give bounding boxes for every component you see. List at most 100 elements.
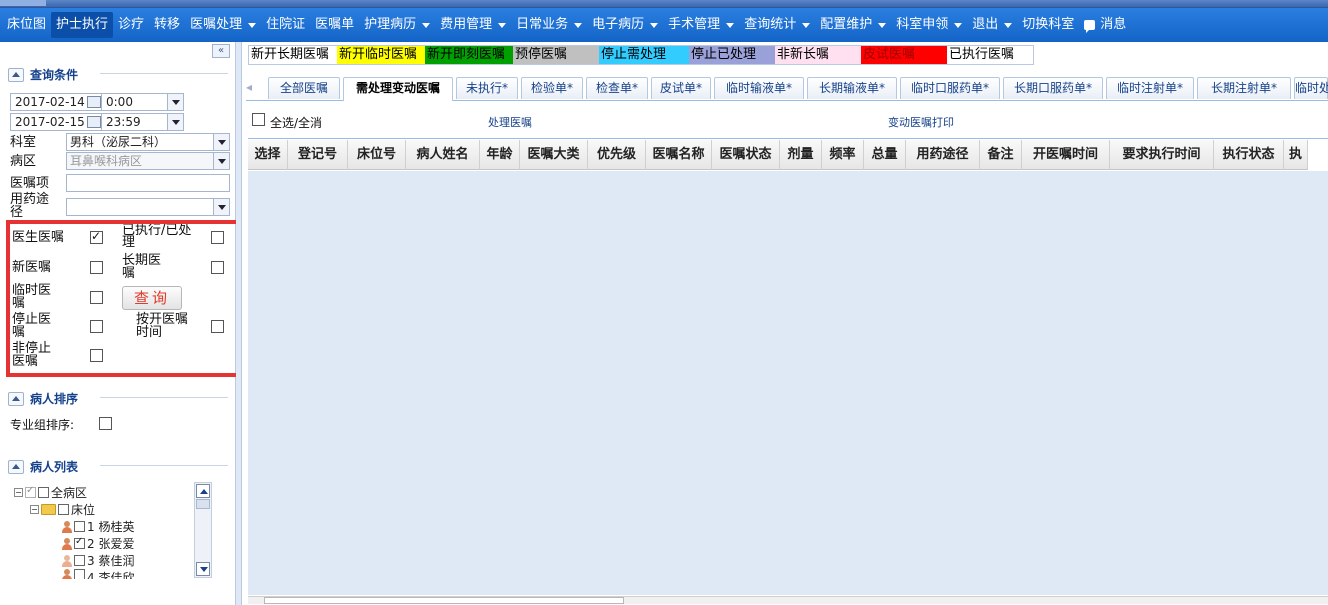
tree-node-patient[interactable]: 2 张爱爱 <box>62 535 134 552</box>
column-header[interactable]: 登记号 <box>288 140 348 170</box>
order-tab[interactable]: 临时注射单* <box>1106 77 1194 99</box>
ward-select[interactable]: 耳鼻喉科病区 <box>66 152 230 170</box>
collapse-node-icon[interactable]: − <box>30 505 39 514</box>
legend-item: 预停医嘱 <box>513 46 599 64</box>
menu-item[interactable]: 转移 <box>149 12 185 38</box>
collapse-panel-button[interactable]: « <box>212 44 230 58</box>
order-tab[interactable]: 需处理变动医嘱 <box>343 77 453 101</box>
menu-item[interactable]: 医嘱单 <box>310 12 359 38</box>
column-header[interactable]: 优先级 <box>588 140 646 170</box>
route-select[interactable] <box>66 198 230 216</box>
patient-label: 4 李佳欣 <box>87 571 135 579</box>
menu-item[interactable]: 日常业务 <box>511 12 587 38</box>
menu-item[interactable]: 诊疗 <box>113 12 149 38</box>
collapse-node-icon[interactable]: − <box>14 488 23 497</box>
tree-checkbox[interactable] <box>38 487 49 498</box>
menu-item[interactable]: 护理病历 <box>359 12 435 38</box>
column-header[interactable]: 开医嘱时间 <box>1022 140 1110 170</box>
order-tab[interactable]: 检查单* <box>586 77 648 99</box>
tree-checkbox[interactable] <box>58 504 69 515</box>
calendar-icon[interactable] <box>87 96 101 108</box>
dept-select[interactable]: 男科（泌尿二科） <box>66 133 230 151</box>
menu-item[interactable]: 住院证 <box>261 12 310 38</box>
chevron-down-icon[interactable] <box>213 134 229 150</box>
chevron-down-icon[interactable] <box>167 94 183 110</box>
calendar-icon[interactable] <box>87 116 101 128</box>
chevron-down-icon[interactable] <box>167 114 183 130</box>
column-header[interactable]: 用药途径 <box>906 140 980 170</box>
scroll-thumb[interactable] <box>264 597 624 604</box>
tree-node-root[interactable]: − 全病区 <box>14 484 87 501</box>
order-tab[interactable]: 长期输液单* <box>807 77 897 99</box>
order-tab[interactable]: 临时输液单* <box>714 77 804 99</box>
query-section-header[interactable]: 查询条件 <box>8 66 228 83</box>
column-header[interactable]: 医嘱大类 <box>520 140 588 170</box>
order-tab[interactable]: 全部医嘱 <box>268 77 340 99</box>
collapse-toggle-icon[interactable] <box>8 67 24 82</box>
tree-node-folder[interactable]: − 床位 <box>30 501 95 518</box>
menu-item[interactable]: 电子病历 <box>587 12 663 38</box>
caret-down-icon <box>1004 22 1013 28</box>
menu-item[interactable]: 床位图 <box>2 12 51 38</box>
patient-list-section-header[interactable]: 病人列表 <box>8 458 228 475</box>
patient-checkbox[interactable] <box>74 569 85 579</box>
menu-item[interactable]: 医嘱处理 <box>185 12 261 38</box>
column-header[interactable]: 执行状态 <box>1214 140 1284 170</box>
menu-item[interactable]: 查询统计 <box>739 12 815 38</box>
chevron-down-icon[interactable] <box>213 199 229 215</box>
column-header[interactable]: 要求执行时间 <box>1110 140 1214 170</box>
order-tab[interactable]: 检验单* <box>521 77 583 99</box>
column-header[interactable]: 执 <box>1284 140 1308 170</box>
order-tab[interactable]: 未执行* <box>456 77 518 99</box>
menu-item[interactable]: 配置维护 <box>815 12 891 38</box>
column-header[interactable]: 病人姓名 <box>406 140 480 170</box>
scroll-up-icon[interactable] <box>196 484 210 498</box>
column-header[interactable]: 总量 <box>864 140 906 170</box>
menu-item[interactable]: 科室申领 <box>891 12 967 38</box>
menu-item[interactable]: 手术管理 <box>663 12 739 38</box>
patient-checkbox[interactable] <box>74 555 85 566</box>
patient-checkbox[interactable] <box>74 536 85 549</box>
grid-body <box>248 171 1328 595</box>
tree-scrollbar[interactable] <box>194 482 212 578</box>
menu-item-label: 护理病历 <box>364 17 417 32</box>
tab-scroll-left-icon[interactable]: ◂ <box>246 80 260 98</box>
patient-checkbox[interactable] <box>74 521 85 532</box>
patient-label: 3 蔡佳润 <box>87 554 135 568</box>
print-changed-orders-link[interactable]: 变动医嘱打印 <box>888 114 954 130</box>
tree-node-patient[interactable]: 4 李佳欣 <box>62 569 134 579</box>
column-header[interactable]: 年龄 <box>480 140 520 170</box>
query-button[interactable]: 查询 <box>122 286 182 310</box>
column-header[interactable]: 医嘱名称 <box>646 140 712 170</box>
collapse-toggle-icon[interactable] <box>8 391 24 406</box>
order-tab[interactable]: 长期口服药单* <box>1003 77 1103 99</box>
order-item-input[interactable] <box>66 174 230 192</box>
tree-node-patient[interactable]: 1 杨桂英 <box>62 518 134 535</box>
order-tab[interactable]: 长期注射单* <box>1197 77 1291 99</box>
messages-menu-item[interactable]: 消息 <box>1079 12 1131 38</box>
menu-item[interactable]: 护士执行 <box>51 12 114 38</box>
scroll-down-icon[interactable] <box>196 562 210 576</box>
order-tab[interactable]: 临时口服药单* <box>900 77 1000 99</box>
column-header[interactable]: 床位号 <box>348 140 406 170</box>
sort-section-header[interactable]: 病人排序 <box>8 390 228 407</box>
scroll-thumb[interactable] <box>196 499 210 509</box>
menu-item[interactable]: 费用管理 <box>435 12 511 38</box>
menu-item[interactable]: 切换科室 <box>1017 12 1079 38</box>
tree-node-patient[interactable]: 3 蔡佳润 <box>62 552 134 569</box>
chevron-down-icon[interactable] <box>213 153 229 169</box>
select-all-checkbox[interactable] <box>252 113 265 126</box>
select-all-label[interactable]: 全选/全消 <box>270 114 322 131</box>
process-orders-link[interactable]: 处理医嘱 <box>488 114 532 130</box>
column-header[interactable]: 频率 <box>822 140 864 170</box>
horizontal-scrollbar[interactable] <box>248 596 1328 604</box>
menu-item[interactable]: 退出 <box>967 12 1017 38</box>
column-header[interactable]: 剂量 <box>780 140 822 170</box>
collapse-toggle-icon[interactable] <box>8 459 24 474</box>
order-tab[interactable]: 临时处置 <box>1294 77 1328 99</box>
group-sort-checkbox[interactable] <box>99 417 112 430</box>
column-header[interactable]: 选择 <box>248 140 288 170</box>
column-header[interactable]: 备注 <box>980 140 1022 170</box>
column-header[interactable]: 医嘱状态 <box>712 140 780 170</box>
order-tab[interactable]: 皮试单* <box>651 77 711 99</box>
